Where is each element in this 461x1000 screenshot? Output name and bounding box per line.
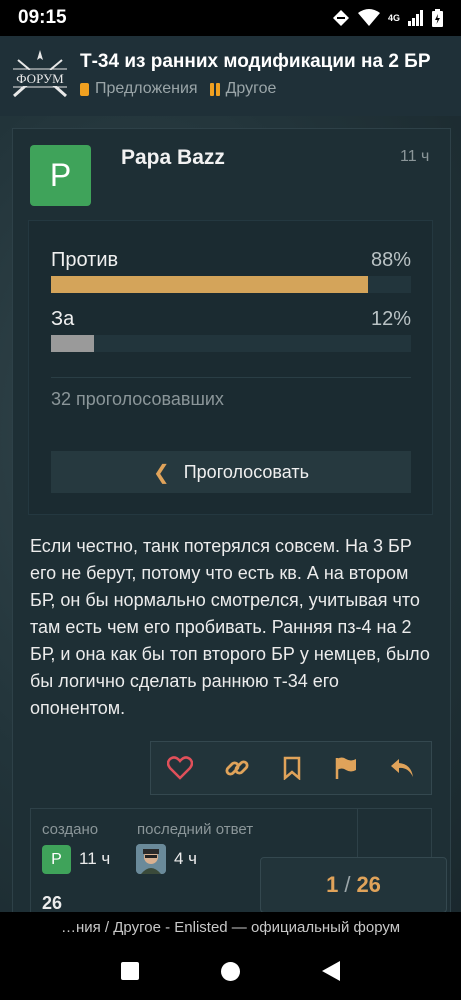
- poll-voters-count: 32 проголосовавших: [51, 389, 224, 409]
- created-label: создано: [42, 821, 99, 838]
- topic-title[interactable]: Т-34 из ранних модификации на 2 БР: [80, 50, 431, 74]
- poll-option-label: За: [51, 308, 75, 330]
- reply-icon[interactable]: [389, 757, 415, 779]
- poll-bar-track: [51, 335, 411, 352]
- last-reply-avatar[interactable]: [136, 844, 166, 874]
- timeline-progress[interactable]: 1 / 26: [260, 857, 447, 913]
- browser-url-bar[interactable]: …ния / Другое - Enlisted — официальный ф…: [0, 912, 461, 942]
- progress-total: 26: [356, 872, 381, 897]
- wifi-icon: [357, 9, 380, 26]
- post-body: Если честно, танк потерялся совсем. На 3…: [30, 536, 430, 718]
- poll-bar-track: [51, 276, 411, 293]
- last-reply-time: 4 ч: [174, 849, 198, 868]
- poll-option-for: За 12%: [51, 308, 411, 352]
- status-time: 09:15: [18, 7, 67, 28]
- category-label: Другое: [225, 80, 277, 97]
- forum-logo[interactable]: ФОРУМ: [10, 46, 70, 106]
- category-badge-suggestions[interactable]: Предложения: [80, 80, 198, 98]
- poll-option-label: Против: [51, 249, 119, 271]
- vote-button[interactable]: ❮ Проголосовать: [51, 451, 411, 493]
- creator-avatar[interactable]: P: [42, 845, 71, 874]
- dnd-icon: [332, 10, 349, 26]
- progress-current: 1: [326, 872, 339, 897]
- created-time: 11 ч: [79, 849, 111, 868]
- poll-option-percent: 12%: [370, 308, 411, 330]
- poll: Против 88% За 12% 32 проголосовавших ❮ П…: [28, 220, 433, 515]
- poll-bar-fill: [51, 276, 368, 293]
- status-icons: 4G: [332, 9, 443, 27]
- heart-icon[interactable]: [166, 756, 193, 780]
- vote-button-label: Проголосовать: [183, 461, 310, 482]
- category-badge-other[interactable]: Другое: [209, 80, 277, 98]
- post-time[interactable]: 11 ч: [400, 148, 429, 166]
- back-button[interactable]: [322, 961, 340, 981]
- user-avatar-image: [136, 844, 166, 874]
- category-color-swatch: [209, 82, 214, 96]
- avatar[interactable]: P: [30, 145, 91, 206]
- category-color-swatch: [80, 82, 89, 96]
- svg-text:ФОРУМ: ФОРУМ: [16, 71, 64, 86]
- link-icon[interactable]: [224, 755, 250, 781]
- category-label: Предложения: [95, 80, 198, 97]
- topic-header: ФОРУМ Т-34 из ранних модификации на 2 БР…: [0, 36, 461, 116]
- poll-divider: [51, 377, 411, 378]
- poll-bar-fill: [51, 335, 95, 352]
- signal-icon: [408, 10, 423, 26]
- flag-icon[interactable]: [334, 756, 358, 780]
- network-type: 4G: [387, 13, 400, 23]
- battery-icon: [432, 9, 443, 27]
- post-username[interactable]: Papa Bazz: [121, 146, 225, 170]
- poll-option-percent: 88%: [370, 249, 411, 271]
- bookmark-icon[interactable]: [282, 756, 302, 780]
- chevron-left-icon: ❮: [152, 461, 170, 484]
- android-nav-bar: [0, 942, 461, 1000]
- poll-option-against: Против 88%: [51, 249, 411, 293]
- recents-button[interactable]: [121, 962, 139, 980]
- category-list: Предложения Другое: [80, 80, 431, 98]
- post-actions: [150, 741, 432, 795]
- status-bar: 09:15 4G: [0, 0, 461, 36]
- progress-separator: /: [344, 872, 351, 897]
- category-color-swatch: [215, 82, 220, 96]
- last-reply-label: последний ответ: [137, 821, 254, 838]
- home-button[interactable]: [221, 961, 240, 981]
- replies-count: 26: [42, 893, 63, 913]
